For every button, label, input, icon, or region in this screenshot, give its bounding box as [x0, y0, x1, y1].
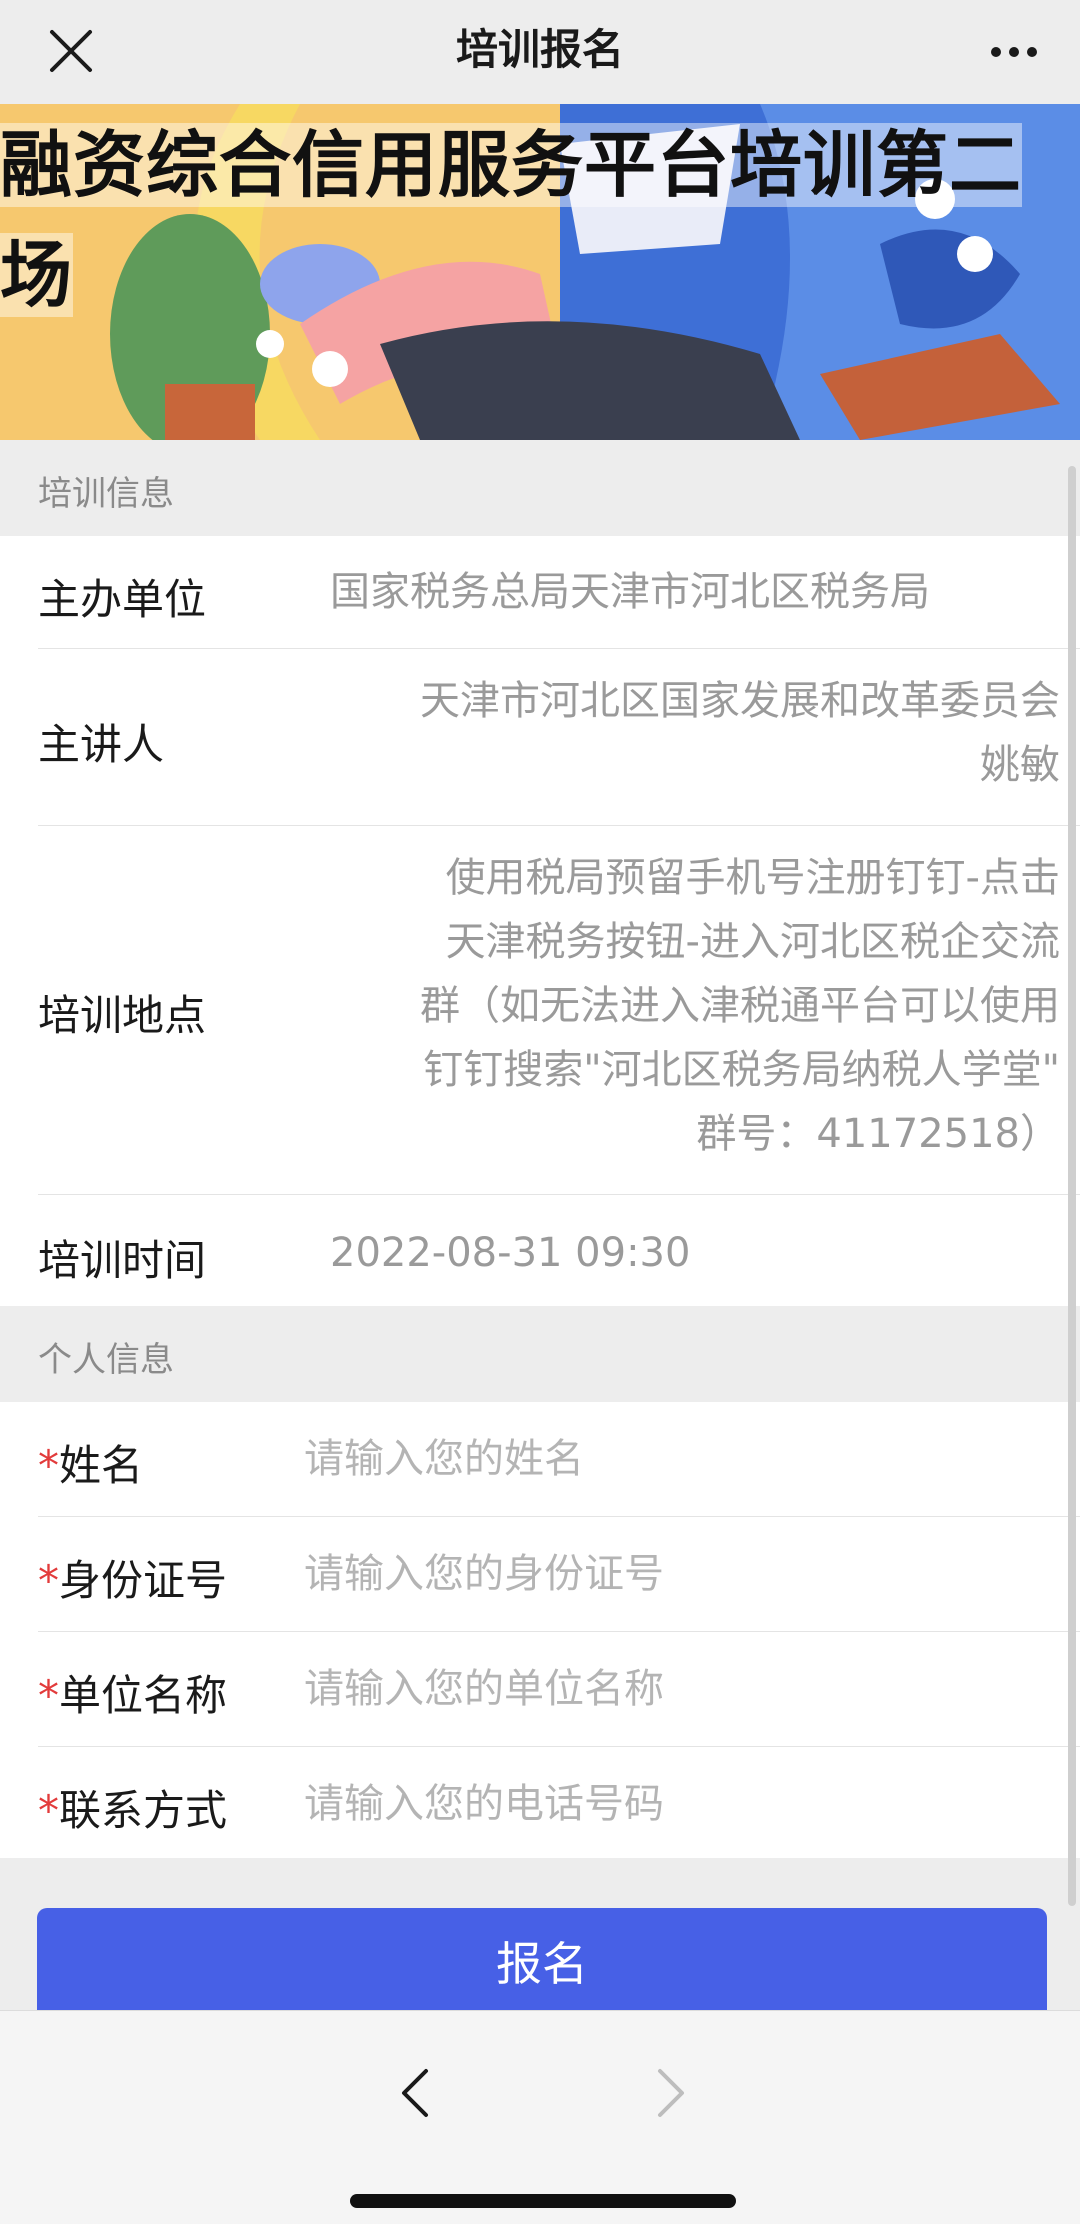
phone-label-text: 联系方式 [59, 1786, 228, 1835]
org-name-input[interactable] [304, 1632, 1064, 1746]
speaker-value-line1: 天津市河北区国家发展和改革委员会 [420, 678, 1060, 724]
name-label-text: 姓名 [59, 1441, 144, 1490]
speaker-value: 天津市河北区国家发展和改革委员会 姚敏 [420, 669, 1060, 797]
id-row: *身份证号 [38, 1517, 1080, 1632]
time-row: 培训时间 2022-08-31 09:30 [38, 1195, 1080, 1307]
personal-info-card: *姓名 *身份证号 *单位名称 *联系方式 [0, 1402, 1080, 1861]
personal-info-title: 个人信息 [38, 1340, 174, 1380]
time-label: 培训时间 [38, 1236, 207, 1285]
speaker-row: 主讲人 天津市河北区国家发展和改革委员会 姚敏 [38, 649, 1080, 826]
top-nav-bar: 培训报名 [0, 0, 1080, 104]
location-line: 群号：41172518） [696, 1111, 1060, 1157]
speaker-value-line2: 姚敏 [980, 742, 1060, 788]
back-arrow-icon[interactable] [398, 2067, 432, 2119]
bottom-toolbar [0, 2010, 1080, 2224]
personal-info-header: 个人信息 [0, 1306, 1080, 1402]
training-info-header: 培训信息 [0, 440, 1080, 536]
required-mark: * [38, 1556, 59, 1605]
time-value: 2022-08-31 09:30 [330, 1230, 691, 1276]
id-label: *身份证号 [38, 1547, 227, 1608]
page-title: 培训报名 [455, 25, 624, 74]
required-mark: * [38, 1786, 59, 1835]
location-line: 天津税务按钮-进入河北区税企交流 [445, 919, 1060, 965]
name-row: *姓名 [38, 1402, 1080, 1517]
required-mark: * [38, 1671, 59, 1720]
home-indicator [350, 2194, 736, 2208]
scrollbar[interactable] [1068, 466, 1076, 1906]
location-value: 使用税局预留手机号注册钉钉-点击 天津税务按钮-进入河北区税企交流 群（如无法进… [420, 846, 1060, 1166]
name-input[interactable] [304, 1402, 1064, 1516]
host-label: 主办单位 [38, 575, 207, 624]
training-info-card: 主办单位 国家税务总局天津市河北区税务局 主讲人 天津市河北区国家发展和改革委员… [0, 536, 1080, 1306]
location-line: 群（如无法进入津税通平台可以使用 [420, 983, 1060, 1029]
id-number-input[interactable] [304, 1517, 1064, 1631]
banner: 融资综合信用服务平台培训第二场 [0, 104, 1080, 440]
forward-arrow-icon[interactable] [654, 2067, 688, 2119]
phone-row: *联系方式 [38, 1747, 1080, 1861]
more-icon[interactable] [990, 46, 1038, 58]
name-label: *姓名 [38, 1432, 143, 1493]
location-label: 培训地点 [38, 991, 207, 1040]
banner-title: 融资综合信用服务平台培训第二场 [0, 110, 1060, 330]
org-label: *单位名称 [38, 1662, 227, 1723]
submit-button[interactable]: 报名 [37, 1908, 1047, 2020]
phone-label: *联系方式 [38, 1777, 227, 1838]
org-row: *单位名称 [38, 1632, 1080, 1747]
training-info-title: 培训信息 [38, 474, 174, 514]
host-row: 主办单位 国家税务总局天津市河北区税务局 [38, 536, 1080, 649]
required-mark: * [38, 1441, 59, 1490]
phone-input[interactable] [304, 1747, 1064, 1861]
org-label-text: 单位名称 [59, 1671, 228, 1720]
banner-title-text: 融资综合信用服务平台培训第二场 [0, 123, 1023, 317]
location-line: 使用税局预留手机号注册钉钉-点击 [445, 855, 1060, 901]
location-line: 钉钉搜索"河北区税务局纳税人学堂" [423, 1047, 1060, 1093]
id-label-text: 身份证号 [59, 1556, 228, 1605]
host-value: 国家税务总局天津市河北区税务局 [330, 569, 930, 615]
speaker-label: 主讲人 [38, 720, 165, 769]
location-row: 培训地点 使用税局预留手机号注册钉钉-点击 天津税务按钮-进入河北区税企交流 群… [38, 826, 1080, 1195]
